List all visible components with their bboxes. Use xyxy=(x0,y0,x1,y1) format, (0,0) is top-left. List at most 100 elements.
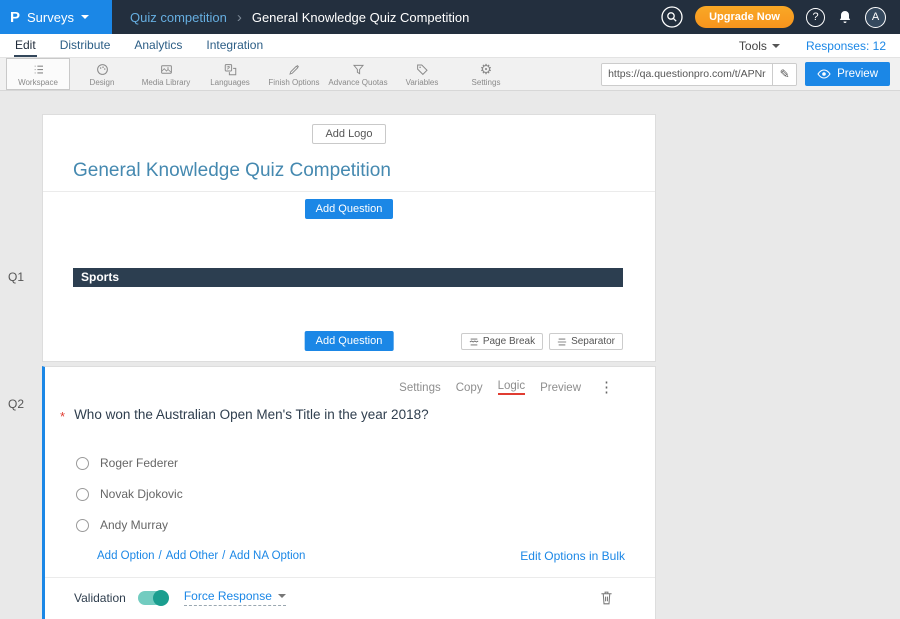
tab-integration[interactable]: Integration xyxy=(205,34,264,57)
tools-label: Tools xyxy=(739,39,767,53)
q2-menu-copy[interactable]: Copy xyxy=(456,382,483,394)
questionpro-logo: P xyxy=(10,9,20,26)
nav-tabs: Edit Distribute Analytics Integration xyxy=(14,34,264,57)
toolbar-item-advance-quotas[interactable]: Advance Quotas xyxy=(326,58,390,90)
survey-url-input[interactable] xyxy=(602,64,772,85)
radio-button[interactable] xyxy=(76,519,89,532)
q2-question-card[interactable]: Settings Copy Logic Preview ⋮ * Who won … xyxy=(42,366,656,619)
page-break-icon xyxy=(469,337,479,347)
card-bottom-row: Add Question Page Break Sepa xyxy=(43,331,655,355)
radio-button[interactable] xyxy=(76,488,89,501)
add-na-option-link[interactable]: Add NA Option xyxy=(229,550,305,562)
validation-label: Validation xyxy=(74,591,126,605)
languages-icon xyxy=(223,62,238,77)
page-break-button[interactable]: Page Break xyxy=(461,333,543,350)
nav-tabs-bar: Edit Distribute Analytics Integration To… xyxy=(0,34,900,58)
q2-question-row[interactable]: * Who won the Australian Open Men's Titl… xyxy=(45,395,655,424)
design-icon xyxy=(95,62,110,77)
add-option-link[interactable]: Add Option xyxy=(97,550,155,562)
responses-count-link[interactable]: Responses: 12 xyxy=(806,39,886,53)
q2-menu-logic[interactable]: Logic xyxy=(498,380,526,395)
add-other-link[interactable]: Add Other xyxy=(166,550,218,562)
q1-section-bar[interactable]: Sports xyxy=(73,268,623,287)
workspace-icon xyxy=(31,62,46,77)
edit-url-button[interactable]: ✎ xyxy=(772,64,796,85)
breadcrumb: Quiz competition › General Knowledge Qui… xyxy=(130,9,469,26)
preview-button[interactable]: Preview xyxy=(805,62,890,86)
toolbar-item-languages[interactable]: Languages xyxy=(198,58,262,90)
media-library-icon xyxy=(159,62,174,77)
finish-options-icon xyxy=(287,62,302,77)
tools-dropdown[interactable]: Tools xyxy=(739,39,780,53)
topbar-actions: Upgrade Now ? A xyxy=(661,6,900,28)
survey-editor-column: Add Logo General Knowledge Quiz Competit… xyxy=(42,114,656,619)
toolbar-item-label: Workspace xyxy=(18,78,58,87)
survey-toolbar: Workspace Design Media Library Languages… xyxy=(0,58,900,91)
validation-toggle[interactable] xyxy=(138,591,168,605)
toolbar-item-label: Media Library xyxy=(142,78,190,87)
avatar[interactable]: A xyxy=(865,7,886,28)
toolbar-right: ✎ Preview xyxy=(601,62,890,86)
link-separator: / xyxy=(222,550,225,562)
chevron-down-icon xyxy=(81,15,89,19)
toolbar-item-label: Variables xyxy=(406,78,439,87)
option-label[interactable]: Novak Djokovic xyxy=(100,487,183,501)
link-separator: / xyxy=(159,550,162,562)
search-icon[interactable] xyxy=(661,6,683,28)
breadcrumb-separator: › xyxy=(237,9,242,26)
chevron-down-icon xyxy=(772,44,780,48)
add-question-button-top[interactable]: Add Question xyxy=(305,199,394,219)
surveys-dropdown-label: Surveys xyxy=(27,10,74,25)
add-logo-button[interactable]: Add Logo xyxy=(312,124,385,144)
advance-quotas-icon xyxy=(351,62,366,77)
radio-option-row[interactable]: Novak Djokovic xyxy=(76,487,655,501)
radio-option-row[interactable]: Andy Murray xyxy=(76,518,655,532)
toolbar-item-workspace[interactable]: Workspace xyxy=(6,58,70,90)
survey-title: General Knowledge Quiz Competition xyxy=(73,160,655,182)
settings-icon: ⚙ xyxy=(480,62,493,77)
more-options-icon[interactable]: ⋮ xyxy=(599,382,614,394)
survey-header-card: Add Logo General Knowledge Quiz Competit… xyxy=(42,114,656,362)
bell-icon[interactable] xyxy=(837,9,853,25)
toolbar-item-finish-options[interactable]: Finish Options xyxy=(262,58,326,90)
chevron-down-icon xyxy=(278,594,286,598)
force-response-label: Force Response xyxy=(184,589,272,603)
toolbar-item-label: Finish Options xyxy=(268,78,319,87)
toolbar-item-design[interactable]: Design xyxy=(70,58,134,90)
radio-button[interactable] xyxy=(76,457,89,470)
tab-edit[interactable]: Edit xyxy=(14,34,37,57)
break-buttons: Page Break Separator xyxy=(461,333,623,350)
toolbar-item-label: Settings xyxy=(472,78,501,87)
toolbar-item-media-library[interactable]: Media Library xyxy=(134,58,198,90)
radio-option-row[interactable]: Roger Federer xyxy=(76,456,655,470)
tab-distribute[interactable]: Distribute xyxy=(59,34,112,57)
separator-button[interactable]: Separator xyxy=(549,333,623,350)
upgrade-now-button[interactable]: Upgrade Now xyxy=(695,6,794,28)
question-text[interactable]: Who won the Australian Open Men's Title … xyxy=(74,407,429,424)
delete-question-button[interactable] xyxy=(600,590,613,605)
nav-right: Tools Responses: 12 xyxy=(739,34,886,57)
survey-canvas: Q1 Q2 Add Logo General Knowledge Quiz Co… xyxy=(0,91,900,619)
q2-menu-preview[interactable]: Preview xyxy=(540,382,581,394)
q2-menu: Settings Copy Logic Preview ⋮ xyxy=(45,367,655,395)
app-root: P Surveys Quiz competition › General Kno… xyxy=(0,0,900,619)
preview-button-label: Preview xyxy=(837,68,878,80)
toolbar-item-variables[interactable]: Variables xyxy=(390,58,454,90)
option-label[interactable]: Roger Federer xyxy=(100,456,178,470)
option-label[interactable]: Andy Murray xyxy=(100,518,168,532)
force-response-dropdown[interactable]: Force Response xyxy=(184,589,286,606)
trash-icon xyxy=(600,590,613,605)
tab-analytics[interactable]: Analytics xyxy=(133,34,183,57)
add-question-button-bottom[interactable]: Add Question xyxy=(305,331,394,351)
q2-menu-settings[interactable]: Settings xyxy=(399,382,441,394)
breadcrumb-survey-name[interactable]: Quiz competition xyxy=(130,10,227,25)
surveys-menu-button[interactable]: P Surveys xyxy=(0,0,112,34)
variables-icon xyxy=(415,62,430,77)
edit-options-in-bulk-link[interactable]: Edit Options in Bulk xyxy=(520,549,625,563)
question-label-q2: Q2 xyxy=(8,397,24,411)
toolbar-item-label: Languages xyxy=(210,78,250,87)
top-bar: P Surveys Quiz competition › General Kno… xyxy=(0,0,900,34)
toolbar-item-settings[interactable]: ⚙ Settings xyxy=(454,58,518,90)
q2-footer: Validation Force Response xyxy=(45,578,655,606)
help-icon[interactable]: ? xyxy=(806,8,825,27)
